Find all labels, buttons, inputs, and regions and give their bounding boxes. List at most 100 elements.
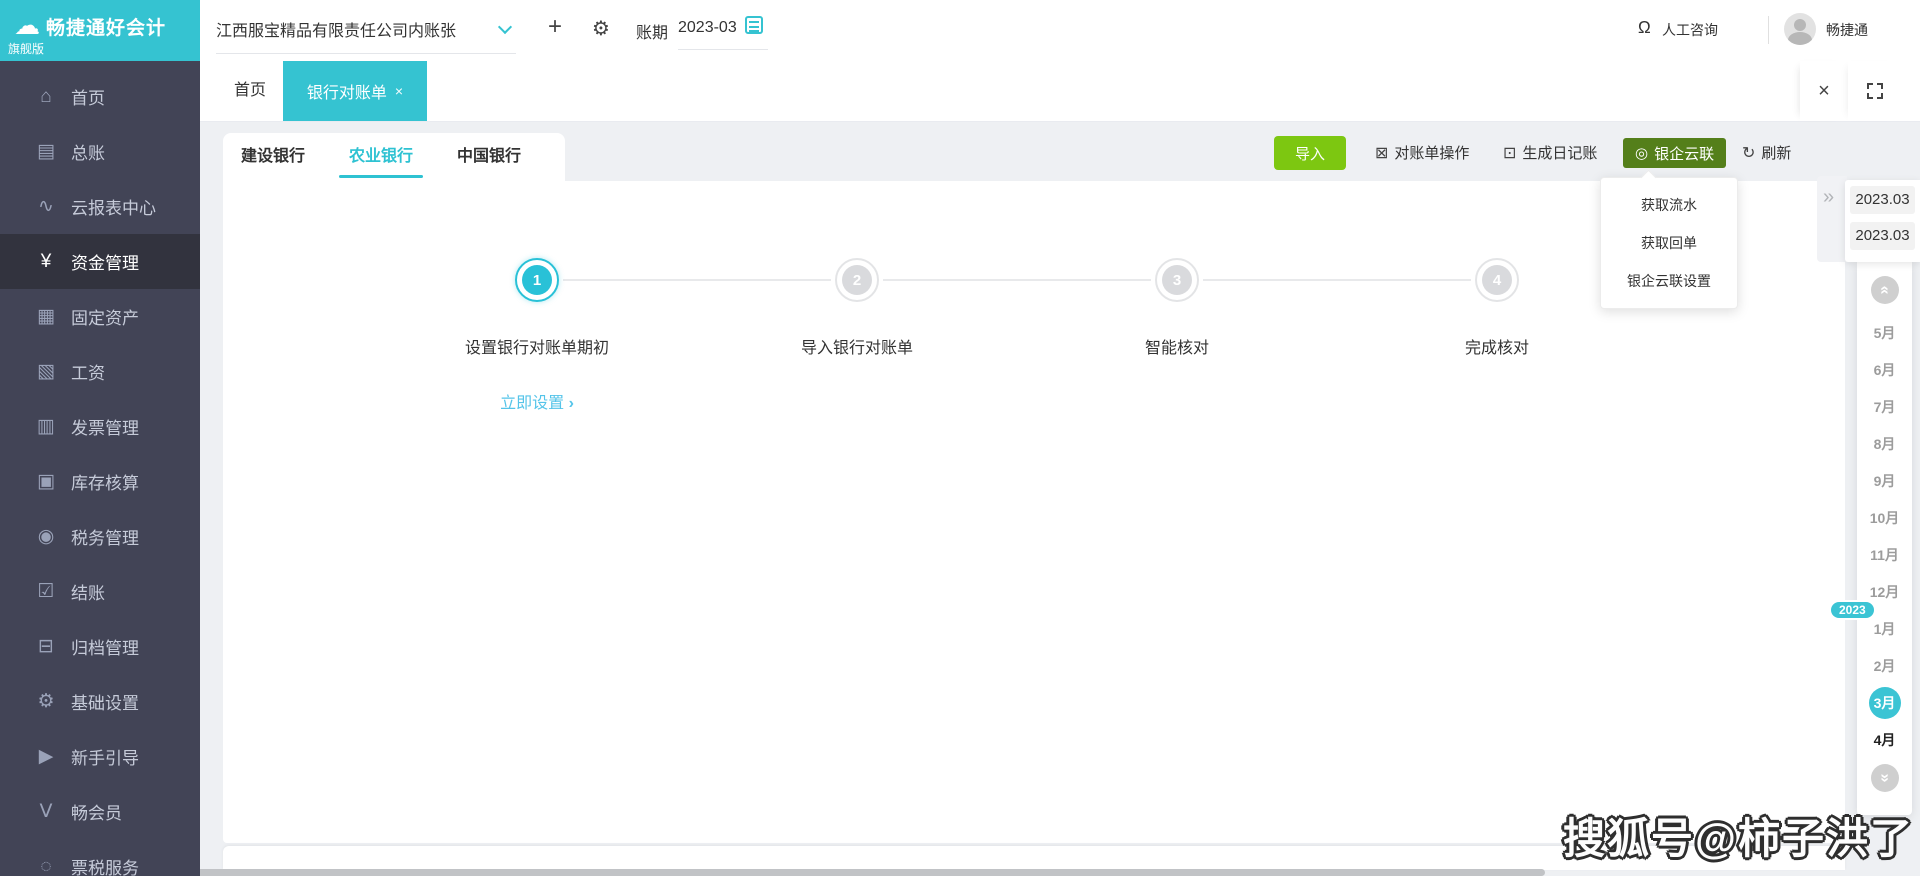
sidebar-item-invoice-management[interactable]: ▥发票管理 [0,399,200,454]
month-label: 3月 [1869,687,1901,719]
month-label: 8月 [1874,434,1896,454]
ledger-icon: ▤ [34,140,58,163]
sidebar-item-tax-management[interactable]: ◉税务管理 [0,509,200,564]
sidebar-item-label: 新手引导 [71,744,139,769]
step-2-number: 2 [842,265,872,295]
sidebar-item-label: 固定资产 [71,304,139,329]
month-mar-selected[interactable]: 3月 [1857,684,1912,721]
horizontal-scrollbar[interactable] [190,869,1545,876]
sidebar-item-home[interactable]: ⌂首页 [0,69,200,124]
archive-box-icon: ⊟ [34,635,58,658]
month-picker-panel: » 5月 6月 7月 8月 9月 10月 11月 12月 2023 1月 2月 … [1857,262,1912,815]
divider [1768,16,1769,44]
sidebar-item-general-ledger[interactable]: ▤ 总账 [0,124,200,179]
bank-tab-abc[interactable]: 农业银行 [349,133,413,181]
month-jul[interactable]: 7月 [1857,388,1912,425]
generate-journal-label: 生成日记账 [1522,142,1597,163]
tab-label: 银行对账单 [307,79,387,103]
sidebar-item-label: 畅会员 [71,799,122,824]
user-avatar[interactable] [1784,13,1816,45]
fullscreen-icon[interactable] [1848,61,1902,121]
calendar-icon[interactable] [745,16,763,34]
period-end[interactable]: 2023.03 [1850,222,1915,250]
company-selector[interactable]: 江西服宝精品有限责任公司内账张 [216,17,516,54]
journal-icon: ⊡ [1503,143,1516,163]
wizard-steps: 1 设置银行对账单期初 2 导入银行对账单 3 智能核对 4 完成核对 [377,236,1657,358]
bank-tab-ccb[interactable]: 建设银行 [241,133,305,181]
bank-cloud-dropdown: 获取流水 获取回单 银企云联设置 [1600,177,1738,309]
sidebar-item-label: 库存核算 [71,469,139,494]
setup-now-link[interactable]: 立即设置 › [377,389,697,413]
gear-icon: ⚙ [34,690,58,713]
payroll-doc-icon: ▧ [34,360,58,383]
account-settings-gear-icon[interactable]: ⚙ [592,16,610,41]
sidebar-item-fixed-assets[interactable]: ▦ 固定资产 [0,289,200,344]
sidebar-item-archive[interactable]: ⊟ 归档管理 [0,619,200,674]
statement-ops-label: 对账单操作 [1394,142,1469,163]
menu-item-cloud-settings[interactable]: 银企云联设置 [1601,262,1737,300]
period-start[interactable]: 2023.03 [1850,186,1915,214]
tab-bank-statement[interactable]: 银行对账单 × [283,61,427,121]
tax-icon: ◉ [34,525,58,548]
bank-cloud-label: 银企云联 [1654,143,1714,164]
month-aug[interactable]: 8月 [1857,425,1912,462]
close-panel-icon[interactable]: × [1800,61,1848,121]
month-nov[interactable]: 11月 [1857,536,1912,573]
month-oct[interactable]: 10月 [1857,499,1912,536]
refresh-icon: ↻ [1742,143,1755,163]
sidebar-item-closing[interactable]: ☑结账 [0,564,200,619]
sidebar-item-inventory[interactable]: ▣库存核算 [0,454,200,509]
tab-close-icon[interactable]: × [395,83,403,99]
sidebar-item-cloud-reports[interactable]: ∿ 云报表中心 [0,179,200,234]
period-card: 2023.03 2023.03 [1845,180,1920,262]
month-jan[interactable]: 2023 1月 [1857,610,1912,647]
service-icon: ◌ [34,856,58,876]
sidebar-item-label: 基础设置 [71,689,139,714]
bank-tab-boc[interactable]: 中国银行 [457,133,521,181]
sidebar-item-tax-service[interactable]: ◌票税服务 [0,839,200,876]
step-2-label: 导入银行对账单 [697,334,1017,358]
fullscreen-corners [1867,83,1883,99]
chevron-right-icon: › [569,395,574,412]
username-label[interactable]: 畅捷通 [1826,20,1868,40]
sidebar-item-label: 云报表中心 [71,194,156,219]
human-consult-link[interactable]: 人工咨询 [1662,20,1718,40]
sidebar-item-payroll[interactable]: ▧工资 [0,344,200,399]
period-drawer-handle[interactable]: » [1817,176,1847,262]
report-chart-icon: ∿ [34,195,58,218]
add-account-button[interactable]: + [548,13,562,41]
month-sep[interactable]: 9月 [1857,462,1912,499]
scroll-up-button[interactable]: » [1871,276,1899,304]
step-2: 2 导入银行对账单 [697,236,1017,358]
generate-journal-button[interactable]: ⊡ 生成日记账 [1503,142,1597,163]
month-feb[interactable]: 2月 [1857,647,1912,684]
menu-item-get-transactions[interactable]: 获取流水 [1601,186,1737,224]
import-button[interactable]: 导入 [1274,136,1346,170]
month-label: 1月 [1874,619,1896,639]
step-1-label: 设置银行对账单期初 [377,334,697,358]
month-jun[interactable]: 6月 [1857,351,1912,388]
sidebar-item-member[interactable]: Ⅴ畅会员 [0,784,200,839]
sidebar-item-funds-management[interactable]: ¥资金管理 [0,234,200,289]
sidebar-menu: ⌂首页 ▤ 总账 ∿ 云报表中心 ¥资金管理 ▦ 固定资产 ▧工资 ▥发票管理 ▣库存… [0,61,200,876]
bank-enterprise-cloud-button[interactable]: ◎ 银企云联 [1623,138,1726,168]
building-icon: ▦ [34,305,58,328]
sidebar-item-label: 归档管理 [71,634,139,659]
scroll-down-button[interactable]: » [1871,764,1899,792]
statement-operations-button[interactable]: ⊠ 对账单操作 [1375,142,1469,163]
closing-check-icon: ☑ [34,580,58,603]
top-bar: 江西服宝精品有限责任公司内账张 + ⚙ 账期 2023-03 Ω 人工咨询 畅捷… [200,0,1920,61]
refresh-label: 刷新 [1761,142,1791,163]
menu-item-get-receipts[interactable]: 获取回单 [1601,224,1737,262]
step-1: 1 设置银行对账单期初 [377,236,697,358]
sidebar-item-beginner-guide[interactable]: ▶新手引导 [0,729,200,784]
month-may[interactable]: 5月 [1857,314,1912,351]
sidebar-item-basic-settings[interactable]: ⚙ 基础设置 [0,674,200,729]
money-bag-icon: ¥ [34,251,58,273]
refresh-button[interactable]: ↻ 刷新 [1742,142,1791,163]
sidebar-item-label: 总账 [71,139,105,164]
month-apr[interactable]: 4月 [1857,721,1912,758]
home-icon: ⌂ [34,86,58,108]
month-label: 10月 [1870,508,1900,528]
tab-home[interactable]: 首页 [222,61,278,121]
